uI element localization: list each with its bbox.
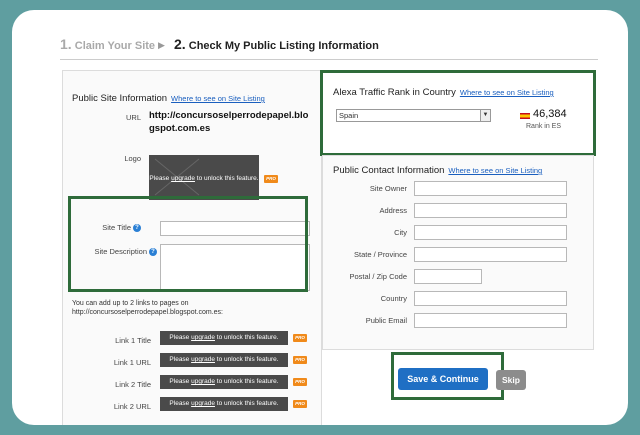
contact-where-link[interactable]: Where to see on Site Listing xyxy=(448,166,542,175)
postal-code-input[interactable] xyxy=(414,269,482,284)
public-site-where-link[interactable]: Where to see on Site Listing xyxy=(171,94,265,103)
step-breadcrumb: 1. Claim Your Site ▶ 2. Check My Public … xyxy=(60,32,598,60)
link-2-url-label: Link 2 URL xyxy=(113,402,151,411)
public-site-title: Public Site Information xyxy=(72,93,168,104)
link-2-title-label: Link 2 Title xyxy=(115,380,151,389)
logo-upgrade-link[interactable]: upgrade xyxy=(171,175,195,182)
link-2-title-upgrade: Please upgrade to unlock this feature. xyxy=(160,375,288,389)
link-1-title-upgrade-link[interactable]: upgrade xyxy=(191,334,215,341)
skip-button[interactable]: Skip xyxy=(496,370,526,390)
postal-code-label: Postal / Zip Code xyxy=(349,272,407,281)
logo-label: Logo xyxy=(124,154,141,163)
step-2-label: Check My Public Listing Information xyxy=(188,40,379,52)
site-owner-input[interactable] xyxy=(414,181,567,196)
rank-value: 46,384 xyxy=(533,108,567,120)
step-2: 2. Check My Public Listing Information xyxy=(174,36,379,52)
logo-upgrade-post: to unlock this feature. xyxy=(194,175,259,182)
url-value: http://concursoselperrodepapel.blo gspot… xyxy=(149,109,308,135)
site-title-description-highlight xyxy=(68,196,308,292)
address-label: Address xyxy=(379,206,407,215)
state-province-label: State / Province xyxy=(354,250,407,259)
page-frame: 1. Claim Your Site ▶ 2. Check My Public … xyxy=(12,10,628,425)
step-1-label: Claim Your Site xyxy=(74,40,156,52)
step-2-number: 2. xyxy=(174,36,186,52)
link-1-title-upgrade: Please upgrade to unlock this feature. xyxy=(160,331,288,345)
contact-title: Public Contact Information xyxy=(333,165,445,176)
link-2-url-upgrade-link[interactable]: upgrade xyxy=(191,400,215,407)
spain-flag-icon xyxy=(520,113,530,119)
logo-pro-badge: PRO xyxy=(264,175,278,183)
url-label: URL xyxy=(125,113,141,122)
address-input[interactable] xyxy=(414,203,567,218)
public-contact-information-panel: Public Contact Information Where to see o… xyxy=(322,155,594,350)
step-1[interactable]: 1. Claim Your Site xyxy=(60,36,155,52)
city-input[interactable] xyxy=(414,225,567,240)
public-site-header: Public Site Information Where to see on S… xyxy=(72,93,265,104)
links-note: You can add up to 2 links to pages on ht… xyxy=(72,299,223,317)
alexa-header: Alexa Traffic Rank in Country Where to se… xyxy=(333,87,554,98)
step-1-number: 1. xyxy=(60,36,72,52)
country-input[interactable] xyxy=(414,291,567,306)
link-1-url-upgrade-link[interactable]: upgrade xyxy=(191,356,215,363)
logo-upgrade-box: Please upgrade to unlock this feature. xyxy=(149,155,259,200)
url-value-line1: http://concursoselperrodepapel.blo xyxy=(149,110,309,121)
link-1-url-upgrade: Please upgrade to unlock this feature. xyxy=(160,353,288,367)
link-2-url-upgrade: Please upgrade to unlock this feature. xyxy=(160,397,288,411)
link-1-url-label: Link 1 URL xyxy=(113,358,151,367)
logo-upgrade-pre: Please xyxy=(149,175,172,182)
country-select-value: Spain xyxy=(339,111,359,120)
links-note-line2: http://concursoselperrodepapel.blogspot.… xyxy=(72,309,223,316)
link-1-url-pro-badge: PRO xyxy=(293,356,307,364)
link-2-title-upgrade-link[interactable]: upgrade xyxy=(191,378,215,385)
state-province-input[interactable] xyxy=(414,247,567,262)
logo-upgrade-text: Please upgrade to unlock this feature. xyxy=(149,175,259,182)
alexa-title: Alexa Traffic Rank in Country xyxy=(333,87,456,98)
contact-header: Public Contact Information Where to see o… xyxy=(333,165,542,176)
public-email-input[interactable] xyxy=(414,313,567,328)
country-select[interactable]: Spain ▼ xyxy=(336,109,491,122)
alexa-traffic-rank-panel: Alexa Traffic Rank in Country Where to se… xyxy=(320,70,596,156)
link-2-title-pro-badge: PRO xyxy=(293,378,307,386)
rank-caption: Rank in ES xyxy=(526,123,562,130)
country-label: Country xyxy=(380,294,407,303)
alexa-where-link[interactable]: Where to see on Site Listing xyxy=(460,88,554,97)
url-value-line2: gspot.com.es xyxy=(149,123,211,134)
save-continue-button[interactable]: Save & Continue xyxy=(398,368,488,390)
public-email-label: Public Email xyxy=(365,316,407,325)
city-label: City xyxy=(394,228,407,237)
site-owner-label: Site Owner xyxy=(369,184,407,193)
step-arrow-icon: ▶ xyxy=(158,40,165,50)
link-2-url-pro-badge: PRO xyxy=(293,400,307,408)
link-1-title-pro-badge: PRO xyxy=(293,334,307,342)
chevron-down-icon[interactable]: ▼ xyxy=(480,110,490,121)
link-1-title-label: Link 1 Title xyxy=(115,336,151,345)
links-note-line1: You can add up to 2 links to pages on xyxy=(72,300,189,307)
